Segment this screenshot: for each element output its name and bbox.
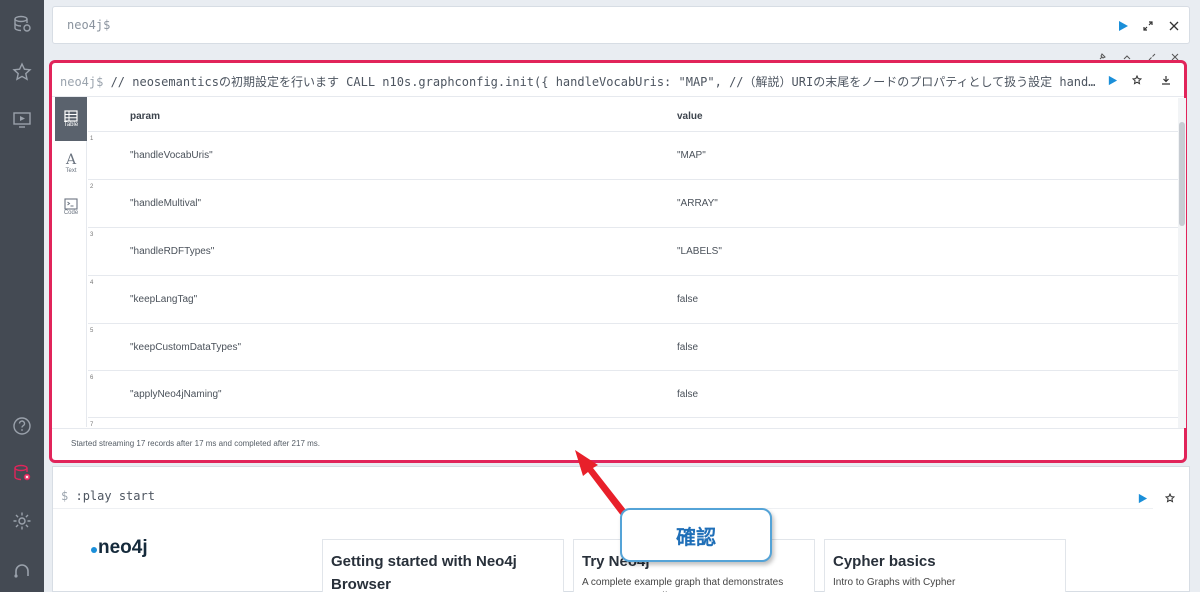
column-header-param: param	[130, 111, 161, 122]
plugin-icon[interactable]	[10, 557, 34, 581]
database-disconnected-icon[interactable]	[10, 461, 34, 485]
expand-icon	[1143, 21, 1153, 31]
table-row: 5 "keepCustomDataTypes" false	[88, 323, 1178, 371]
tab-text[interactable]: A Text	[55, 141, 87, 185]
row-number: 4	[90, 280, 94, 286]
results-table: param value 1 "handleVocabUris" "MAP" 2 …	[88, 98, 1178, 428]
favorite-button[interactable]	[1130, 73, 1144, 87]
table-scrollbar[interactable]	[1178, 98, 1186, 428]
run-button[interactable]	[1115, 18, 1131, 34]
star-icon[interactable]	[10, 60, 34, 84]
play-prompt-symbol: $	[61, 489, 69, 503]
frame-query-text: // neosemanticsの初期設定を行います CALL n10s.grap…	[103, 75, 1096, 89]
scroll-thumb[interactable]	[1179, 122, 1185, 226]
card-title: Getting started with Neo4j Browser	[331, 553, 517, 592]
favorite-button[interactable]	[1163, 491, 1177, 505]
rerun-button[interactable]	[1105, 73, 1119, 87]
play-command[interactable]: $ :play start	[53, 485, 1153, 509]
query-editor[interactable]: neo4j$	[52, 6, 1190, 44]
frame-query[interactable]: neo4j$ // neosemanticsの初期設定を行います CALL n1…	[60, 73, 1100, 90]
tab-table[interactable]: Table	[55, 97, 87, 141]
star-icon	[1132, 75, 1142, 85]
table-row: 4 "keepLangTag" false	[88, 275, 1178, 323]
status-bar: Started streaming 17 records after 17 ms…	[52, 428, 1184, 460]
editor-prompt: neo4j$	[67, 18, 111, 32]
download-icon	[1162, 76, 1170, 85]
guides-icon[interactable]	[10, 108, 34, 132]
guide-card-cypher-basics[interactable]: Cypher basics Intro to Graphs with Cyphe…	[824, 539, 1066, 592]
play-command-text: :play start	[75, 489, 155, 503]
neo4j-logo: neo4j	[91, 537, 148, 559]
table-row: 3 "handleRDFTypes" "LABELS"	[88, 227, 1178, 275]
download-button[interactable]	[1159, 73, 1173, 87]
rerun-button[interactable]	[1135, 491, 1149, 505]
sidebar	[0, 0, 44, 592]
cell-value: "ARRAY"	[677, 198, 718, 209]
main-area: neo4j$ neo4j$ // neosemanticsの初期設定を行います …	[44, 0, 1200, 592]
row-number: 2	[90, 184, 94, 190]
table-icon	[64, 110, 78, 122]
frame-header: neo4j$ // neosemanticsの初期設定を行います CALL n1…	[52, 63, 1184, 97]
settings-icon[interactable]	[10, 509, 34, 533]
tab-code-label: Code	[63, 210, 79, 216]
tab-text-label: Text	[65, 168, 77, 174]
table-row: 2 "handleMultival" "ARRAY"	[88, 179, 1178, 227]
cell-param: "keepCustomDataTypes"	[130, 342, 242, 353]
status-text: Started streaming 17 records after 17 ms…	[71, 439, 321, 448]
row-number: 1	[90, 136, 94, 142]
cell-value: "LABELS"	[677, 246, 722, 257]
play-icon	[1108, 75, 1117, 85]
cell-value: false	[677, 389, 699, 400]
logo-text: neo4j	[98, 537, 148, 558]
text-icon: A	[65, 152, 77, 168]
view-tabs: Table A Text Code	[55, 97, 87, 427]
card-title: Cypher basics	[833, 553, 936, 570]
cell-param: "handleMultival"	[130, 198, 202, 209]
tab-table-label: Table	[63, 122, 79, 128]
play-icon	[1138, 493, 1147, 503]
star-icon	[1165, 493, 1175, 503]
table-row: 1 "handleVocabUris" "MAP"	[88, 131, 1178, 179]
row-number: 3	[90, 232, 94, 238]
cell-value: false	[677, 342, 699, 353]
result-frame: neo4j$ // neosemanticsの初期設定を行います CALL n1…	[49, 60, 1187, 463]
cell-param: "applyNeo4jNaming"	[130, 389, 222, 400]
callout-label: 確認	[620, 508, 772, 562]
cell-value: "MAP"	[677, 150, 706, 161]
clear-button[interactable]	[1166, 18, 1182, 34]
database-icon[interactable]	[10, 12, 34, 36]
tab-code[interactable]: Code	[55, 185, 87, 229]
row-number: 5	[90, 328, 94, 334]
cell-value: false	[677, 294, 699, 305]
frame-prompt: neo4j$	[60, 75, 104, 89]
row-number: 6	[90, 375, 94, 381]
play-icon	[1119, 21, 1128, 31]
help-icon[interactable]	[10, 414, 34, 438]
column-header-value: value	[677, 111, 703, 122]
fullscreen-button[interactable]	[1140, 18, 1156, 34]
cell-param: "handleVocabUris"	[130, 150, 213, 161]
card-description: Intro to Graphs with Cypher	[833, 577, 956, 588]
guide-card-getting-started[interactable]: Getting started with Neo4j Browser	[322, 539, 564, 592]
table-row: 7	[88, 417, 1178, 428]
close-icon	[1169, 21, 1179, 31]
card-description: A complete example graph that demonstrat…	[582, 577, 784, 592]
table-row: 6 "applyNeo4jNaming" false	[88, 370, 1178, 418]
cell-param: "handleRDFTypes"	[130, 246, 215, 257]
cell-param: "keepLangTag"	[130, 294, 198, 305]
code-icon	[64, 198, 78, 210]
